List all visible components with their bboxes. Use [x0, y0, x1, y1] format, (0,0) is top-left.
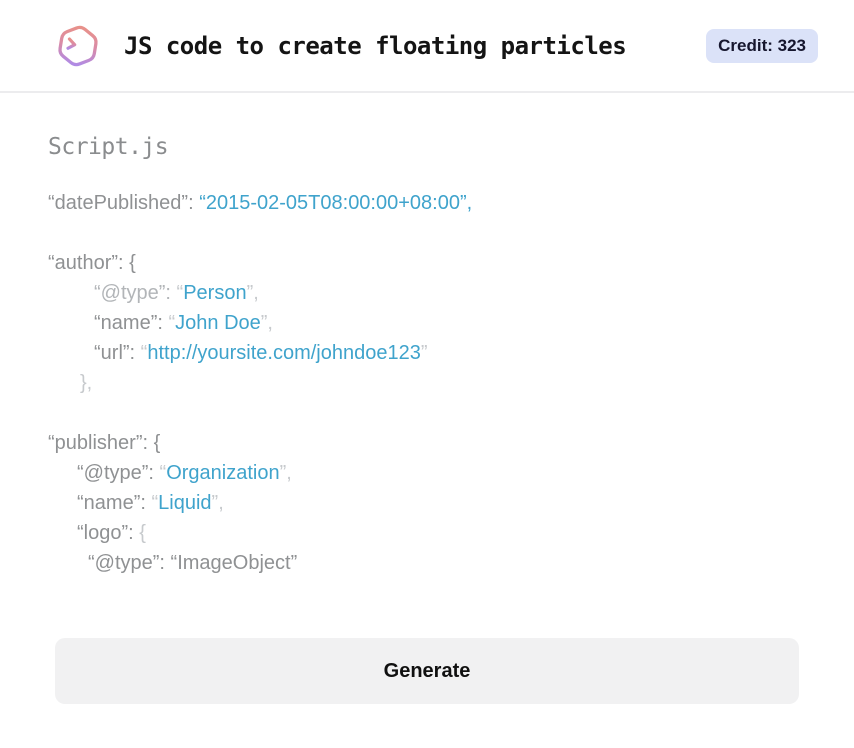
code-segment: “@type”: [94, 282, 177, 304]
code-segment: “publisher”: { [48, 432, 161, 454]
header: JS code to create floating particles Cre… [0, 0, 854, 93]
code-line: “name”: “John Doe”, [48, 308, 806, 338]
code-segment: ”, [246, 282, 259, 304]
code-segment: { [139, 522, 146, 544]
code-line: “url”: “http://yoursite.com/johndoe123” [48, 338, 806, 368]
code-segment: “logo”: [77, 522, 140, 544]
main-content: Script.js “datePublished”: “2015-02-05T0… [0, 134, 854, 704]
code-segment: ” [420, 342, 428, 364]
code-segment: http://yoursite.com/johndoe123 [147, 342, 421, 364]
code-segment: Person [183, 282, 247, 304]
code-line: “@type”: “ImageObject” [48, 548, 806, 578]
code-line: “name”: “Liquid”, [48, 488, 806, 518]
code-line: “@type”: “Person”, [48, 278, 806, 308]
code-segment: }, [80, 372, 93, 394]
code-segment: “datePublished”: [48, 192, 200, 214]
code-segment: “url”: [94, 342, 141, 364]
code-segment: “@type”: [77, 462, 160, 484]
code-segment: ”, [260, 312, 273, 334]
code-line: }, [48, 368, 806, 398]
code-line: “logo”: { [48, 518, 806, 548]
app-window: JS code to create floating particles Cre… [0, 0, 854, 704]
code-line: “@type”: “Organization”, [48, 458, 806, 488]
code-segment: “author”: { [48, 252, 136, 274]
code-segment: “name”: [77, 492, 152, 514]
code-line: “datePublished”: “2015-02-05T08:00:00+08… [48, 188, 806, 218]
code-line: “author”: { [48, 248, 806, 278]
credit-badge: Credit: 323 [706, 28, 818, 63]
code-segment: Organization [166, 462, 280, 484]
code-segment: “name”: [94, 312, 169, 334]
code-segment: ”, [211, 492, 224, 514]
script-filename: Script.js [48, 134, 169, 160]
code-segment: “2015-02-05T08:00:00+08:00”, [199, 192, 473, 214]
code-segment: John Doe [175, 312, 261, 334]
code-segment: Liquid [158, 492, 212, 514]
terminal-prompt-hexagon-icon [54, 22, 102, 70]
generate-button[interactable]: Generate [55, 638, 799, 704]
code-segment: “@type”: “ImageObject” [88, 552, 298, 574]
code-segment: ”, [279, 462, 292, 484]
page-title: JS code to create floating particles [124, 31, 627, 60]
code-area: “datePublished”: “2015-02-05T08:00:00+08… [48, 188, 806, 578]
code-line: “publisher”: { [48, 428, 806, 458]
